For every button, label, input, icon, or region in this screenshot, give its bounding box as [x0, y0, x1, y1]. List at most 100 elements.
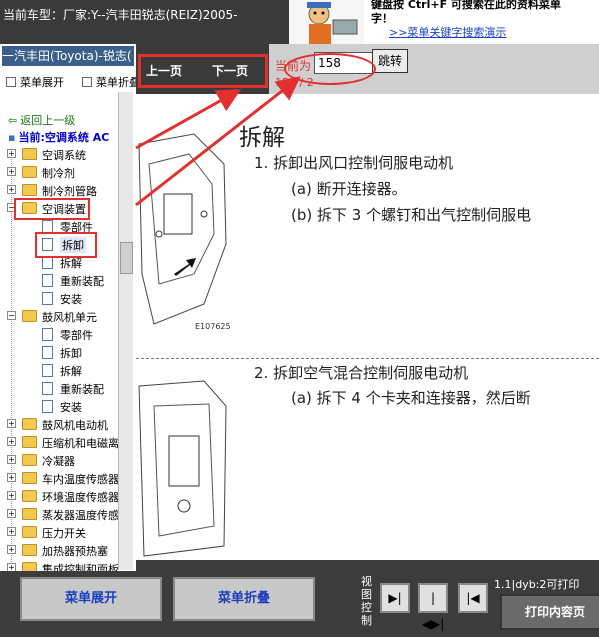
folder-icon	[22, 472, 37, 484]
tree-item-label: 鼓风机电动机	[42, 419, 108, 432]
figure-servo-2	[136, 376, 234, 560]
view-left-button[interactable]: |◀	[458, 583, 488, 613]
tree-item-label: 空调系统	[42, 149, 86, 162]
document-icon	[42, 382, 53, 395]
promo-banner: 键盘按 Ctrl+F 可搜索在此的资料菜单 字！ >>菜单关键字搜索演示	[289, 0, 599, 44]
tree-item-label: 安装	[60, 401, 82, 414]
tree-item[interactable]: + 鼓风机电动机	[0, 415, 136, 433]
view-both-button[interactable]: |◀▶|	[418, 583, 448, 631]
tree-item[interactable]: − 鼓风机单元	[0, 307, 136, 325]
tree-item[interactable]: + 制冷剂管路	[0, 181, 136, 199]
tree-item[interactable]: + 压缩机和电磁离	[0, 433, 136, 451]
step-2a: (a) 拆下 4 个卡夹和连接器，然后断	[291, 389, 531, 407]
tree-item-label: 加热器预热塞	[42, 545, 108, 558]
tree-expand-button[interactable]: 菜单展开	[6, 74, 64, 90]
tree-collapse-label: 菜单折叠	[96, 76, 136, 89]
expand-toggle-icon[interactable]: +	[7, 527, 16, 536]
bottom-bar: 菜单展开 菜单折叠 视图控制 ▶| |◀▶| |◀ 1.1|dyb:2可打印 打…	[0, 571, 599, 631]
expand-toggle-icon[interactable]: +	[7, 437, 16, 446]
folder-icon	[22, 544, 37, 556]
tree-item-label: 拆卸	[60, 347, 82, 360]
back-up-level-link[interactable]: ⇦ 返回上一级	[8, 112, 75, 128]
step-2: 2. 拆卸空气混合控制伺服电动机	[254, 364, 469, 382]
car-model-text: 当前车型：厂家:Y--汽丰田锐志(REIZ)2005-	[3, 8, 238, 22]
doc-title: 拆解	[239, 125, 285, 151]
expand-toggle-icon[interactable]: +	[7, 545, 16, 554]
figure-code: E107625	[195, 322, 231, 331]
folder-icon	[22, 184, 37, 196]
tree-item[interactable]: 安装	[0, 397, 136, 415]
document-icon	[42, 292, 53, 305]
tree-item-label: 冷凝器	[42, 455, 75, 468]
expand-toggle-icon[interactable]: +	[7, 473, 16, 482]
folder-icon	[22, 148, 37, 160]
menu-collapse-button[interactable]: 菜单折叠	[173, 577, 315, 621]
scroll-thumb[interactable]	[120, 242, 133, 274]
document-icon	[42, 274, 53, 287]
folder-icon	[22, 508, 37, 520]
tree-item-label: 压缩机和电磁离	[42, 437, 119, 450]
tree-item[interactable]: 重新装配	[0, 271, 136, 289]
tree-item[interactable]: + 环境温度传感器	[0, 487, 136, 505]
tree-item-label: 零部件	[60, 329, 93, 342]
document-icon	[42, 328, 53, 341]
folder-icon	[22, 562, 37, 571]
tree-item-label: 重新装配	[60, 383, 104, 396]
menu-tree-panel: 一汽丰田(Toyota)-锐志( 菜单展开 菜单折叠 ⇦ 返回上一级 ▪ 当前:空调…	[0, 44, 136, 571]
tree-item[interactable]: 拆卸	[0, 343, 136, 361]
expand-toggle-icon[interactable]: +	[7, 563, 16, 571]
print-info: 1.1|dyb:2可打印	[494, 578, 580, 591]
tree-item[interactable]: + 蒸发器温度传感	[0, 505, 136, 523]
highlight-ellipse-page	[284, 53, 376, 85]
view-control-label: 视图控制	[361, 575, 372, 627]
expand-toggle-icon[interactable]: +	[7, 419, 16, 428]
tree-item-label: 制冷剂	[42, 167, 75, 180]
page-nav-bar: 上一页 下一页 当前为 跳转 158 / 2	[136, 44, 599, 94]
expand-toggle-icon[interactable]: +	[7, 491, 16, 500]
tree-item[interactable]: + 车内温度传感器	[0, 469, 136, 487]
mascot-image	[289, 0, 364, 44]
tree-item[interactable]: + 冷凝器	[0, 451, 136, 469]
expand-toggle-icon[interactable]: +	[7, 455, 16, 464]
expand-toggle-icon[interactable]: +	[7, 185, 16, 194]
section-divider	[136, 358, 599, 359]
tree-item[interactable]: 安装	[0, 289, 136, 307]
tree-item-label: 环境温度传感器	[42, 491, 119, 504]
step-1a: (a) 断开连接器。	[291, 180, 407, 198]
tree-item[interactable]: + 空调系统	[0, 145, 136, 163]
tree-item[interactable]: + 加热器预热塞	[0, 541, 136, 559]
nav-button-area: 上一页 下一页	[136, 44, 269, 94]
expand-toggle-icon[interactable]: +	[7, 167, 16, 176]
tree-item[interactable]: + 集成控制和面板	[0, 559, 136, 571]
tree-item-label: 拆解	[60, 365, 82, 378]
step-1: 1. 拆卸出风口控制伺服电动机	[254, 154, 454, 172]
folder-icon	[22, 436, 37, 448]
tree-item[interactable]: 拆解	[0, 361, 136, 379]
jump-button[interactable]: 跳转	[372, 49, 408, 73]
document-icon	[42, 400, 53, 413]
tree-scrollbar[interactable]	[118, 92, 133, 570]
print-content-button[interactable]: 打印内容页	[500, 594, 599, 630]
top-bar: 当前车型：厂家:Y--汽丰田锐志(REIZ)2005-	[0, 0, 289, 44]
document-view: 拆解 1. 拆卸出风口控制伺服电动机 (a) 断开连接器。 (b) 拆下 3 个…	[136, 94, 599, 560]
tree-item[interactable]: + 压力开关	[0, 523, 136, 541]
current-node: ▪ 当前:空调系统 AC	[8, 129, 109, 145]
tree-item-label: 压力开关	[42, 527, 86, 540]
tree-item[interactable]: 重新装配	[0, 379, 136, 397]
tree-item[interactable]: 零部件	[0, 325, 136, 343]
menu-expand-button[interactable]: 菜单展开	[20, 577, 162, 621]
folder-icon	[22, 490, 37, 502]
collapse-toggle-icon[interactable]: −	[7, 311, 16, 320]
tree-item[interactable]: + 制冷剂	[0, 163, 136, 181]
promo-text: 键盘按 Ctrl+F 可搜索在此的资料菜单	[371, 0, 561, 11]
tree-toolbar: 菜单展开 菜单折叠	[0, 72, 136, 90]
computer-icon: ▪	[8, 131, 16, 144]
expand-toggle-icon[interactable]: +	[7, 149, 16, 158]
folder-icon	[22, 526, 37, 538]
folder-icon	[22, 454, 37, 466]
highlight-box-nav	[138, 54, 268, 88]
tree-collapse-button[interactable]: 菜单折叠	[82, 74, 136, 90]
expand-toggle-icon[interactable]: +	[7, 509, 16, 518]
view-right-button[interactable]: ▶|	[380, 583, 410, 613]
search-demo-link[interactable]: >>菜单关键字搜索演示	[389, 24, 506, 40]
